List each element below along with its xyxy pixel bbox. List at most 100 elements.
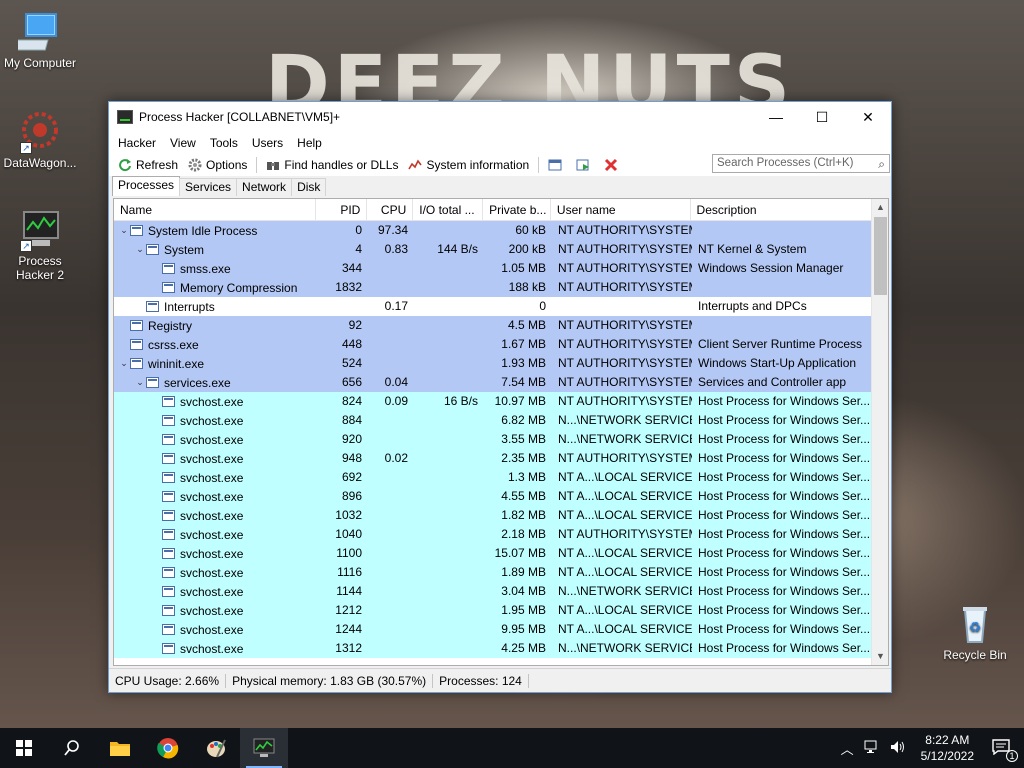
column-header-description[interactable]: Description: [691, 199, 888, 220]
table-row[interactable]: Registry 92 4.5 MB NT AUTHORITY\SYSTEM: [114, 316, 872, 335]
table-row[interactable]: svchost.exe 1040 2.18 MB NT AUTHORITY\SYSTE…: [114, 525, 872, 544]
menu-users[interactable]: Users: [245, 136, 290, 150]
table-row[interactable]: svchost.exe 1116 1.89 MB NT A...\LOCAL SERV…: [114, 563, 872, 582]
menu-view[interactable]: View: [163, 136, 203, 150]
scroll-up-icon[interactable]: ▲: [872, 199, 888, 216]
column-header-private-bytes[interactable]: Private b...: [483, 199, 551, 220]
menu-hacker[interactable]: Hacker: [111, 136, 163, 150]
desktop-icon-datawagon[interactable]: ↗ DataWagon...: [0, 110, 80, 170]
process-hacker-taskbar-button[interactable]: [240, 728, 288, 768]
status-physical-memory: Physical memory: 1.83 GB (30.57%): [226, 673, 434, 688]
io-cell: [414, 297, 484, 316]
table-row[interactable]: svchost.exe 824 0.09 16 B/s 10.97 MB NT AUTHO…: [114, 392, 872, 411]
refresh-button[interactable]: Refresh: [113, 155, 183, 175]
table-row[interactable]: svchost.exe 896 4.55 MB NT A...\LOCAL SERVI…: [114, 487, 872, 506]
search-taskbar-button[interactable]: [48, 728, 96, 768]
scroll-down-icon[interactable]: ▼: [872, 648, 888, 665]
desktop-icon-my-computer[interactable]: My Computer: [0, 10, 80, 70]
refresh-label: Refresh: [136, 158, 179, 172]
table-row[interactable]: smss.exe 344 1.05 MB NT AUTHORITY\SYSTEM Win…: [114, 259, 872, 278]
table-row[interactable]: svchost.exe 920 3.55 MB N...\NETWORK SERVIC…: [114, 430, 872, 449]
table-row[interactable]: Memory Compression 1832 188 kB NT AUTHORITY…: [114, 278, 872, 297]
tree-expand-chevron-icon[interactable]: ⌄: [134, 377, 146, 388]
table-row[interactable]: svchost.exe 1144 3.04 MB N...\NETWORK SERVI…: [114, 582, 872, 601]
title-bar[interactable]: Process Hacker [COLLABNET\VM5]+ — ☐ ✕: [109, 102, 891, 132]
start-button[interactable]: [0, 728, 48, 768]
private-bytes-cell: 7.54 MB: [501, 375, 546, 389]
clock[interactable]: 8:22 AM 5/12/2022: [911, 732, 984, 764]
scrollbar-thumb[interactable]: [874, 217, 887, 295]
table-row[interactable]: ⌄ wininit.exe 524 1.93 MB NT AUTHORITY\SYSTE…: [114, 354, 872, 373]
table-row[interactable]: svchost.exe 1312 4.25 MB N...\NETWORK SERVI…: [114, 639, 872, 658]
tab-network[interactable]: Network: [236, 178, 293, 196]
process-name-cell: svchost.exe: [114, 392, 317, 411]
pid-cell: 448: [341, 337, 362, 351]
process-name-cell: ⌄ System Idle Process: [114, 221, 317, 240]
tree-expand-chevron-icon[interactable]: ⌄: [118, 358, 130, 369]
network-icon[interactable]: [859, 740, 885, 757]
vertical-scrollbar[interactable]: ▲ ▼: [871, 199, 888, 665]
search-icon[interactable]: ⌕: [878, 157, 885, 172]
search-input[interactable]: Search Processes (Ctrl+K) ⌕: [712, 154, 890, 173]
process-hacker-app-icon: [117, 110, 133, 124]
column-header-cpu[interactable]: CPU: [367, 199, 414, 220]
column-header-io[interactable]: I/O total ...: [413, 199, 484, 220]
pid-cell: 920: [341, 432, 362, 446]
private-bytes-cell: 4.5 MB: [507, 318, 546, 332]
show-hidden-icons-chevron-icon[interactable]: ︿: [836, 739, 859, 758]
table-row[interactable]: csrss.exe 448 1.67 MB NT AUTHORITY\SYSTEM Cl…: [114, 335, 872, 354]
desktop-icon-process-hacker[interactable]: ↗ Process Hacker 2: [0, 208, 80, 282]
process-name-cell: svchost.exe: [114, 601, 317, 620]
terminate-button[interactable]: [599, 155, 627, 175]
close-button[interactable]: ✕: [845, 102, 891, 132]
options-button[interactable]: Options: [183, 155, 252, 175]
process-name-cell: svchost.exe: [114, 582, 317, 601]
pid-cell: 1032: [335, 508, 362, 522]
table-row[interactable]: ⌄ System Idle Process 0 97.34 60 kB NT AUTHOR…: [114, 221, 872, 240]
user-name-cell: NT AUTHORITY\SYSTEM: [558, 261, 692, 275]
table-row[interactable]: ⌄ services.exe 656 0.04 7.54 MB NT AUTHORITY\…: [114, 373, 872, 392]
volume-icon[interactable]: [885, 740, 911, 757]
user-name-cell: [552, 297, 692, 316]
system-information-button[interactable]: System information: [403, 155, 534, 175]
io-cell: [414, 411, 484, 430]
window-arrow-button[interactable]: [571, 155, 599, 175]
file-explorer-taskbar-button[interactable]: [96, 728, 144, 768]
pid-cell: 948: [341, 451, 362, 465]
table-row[interactable]: svchost.exe 1244 9.95 MB NT A...\LOCAL SERV…: [114, 620, 872, 639]
chrome-taskbar-button[interactable]: [144, 728, 192, 768]
tab-disk[interactable]: Disk: [291, 178, 327, 196]
tab-services[interactable]: Services: [179, 178, 238, 196]
window-toggle-button[interactable]: [543, 155, 571, 175]
table-row[interactable]: svchost.exe 1212 1.95 MB NT A...\LOCAL SERV…: [114, 601, 872, 620]
table-row[interactable]: svchost.exe 692 1.3 MB NT A...\LOCAL SERVIC…: [114, 468, 872, 487]
column-header-pid[interactable]: PID: [316, 199, 368, 220]
column-header-user-name[interactable]: User name: [551, 199, 691, 220]
private-bytes-cell: 6.82 MB: [501, 413, 546, 427]
table-row[interactable]: svchost.exe 1100 15.07 MB NT A...\LOCAL SER…: [114, 544, 872, 563]
tree-expand-chevron-icon[interactable]: ⌄: [134, 244, 146, 255]
table-row[interactable]: svchost.exe 948 0.02 2.35 MB NT AUTHORITY\SY…: [114, 449, 872, 468]
maximize-button[interactable]: ☐: [799, 102, 845, 132]
notification-count-badge: 1: [1006, 749, 1018, 762]
process-window-icon: [162, 282, 175, 293]
column-header-name[interactable]: Name: [114, 199, 317, 220]
desktop-icon-recycle-bin[interactable]: ♻ Recycle Bin: [935, 602, 1015, 662]
process-name-cell: Memory Compression: [114, 278, 317, 297]
cpu-cell: [368, 525, 414, 544]
tree-expand-chevron-icon[interactable]: ⌄: [118, 225, 130, 236]
cpu-cell: [368, 601, 414, 620]
find-handles-button[interactable]: Find handles or DLLs: [261, 155, 403, 175]
table-row[interactable]: Interrupts 0.17 0 Interrupts and DPCs: [114, 297, 872, 316]
paint-taskbar-button[interactable]: [192, 728, 240, 768]
tab-processes[interactable]: Processes: [112, 176, 181, 196]
menu-tools[interactable]: Tools: [203, 136, 245, 150]
description-cell: Host Process for Windows Ser...: [698, 527, 871, 541]
table-row[interactable]: svchost.exe 884 6.82 MB N...\NETWORK SERVIC…: [114, 411, 872, 430]
table-row[interactable]: svchost.exe 1032 1.82 MB NT A...\LOCAL SERV…: [114, 506, 872, 525]
notification-center-button[interactable]: 1: [984, 738, 1024, 762]
description-cell: Host Process for Windows Ser...: [698, 603, 871, 617]
minimize-button[interactable]: —: [753, 102, 799, 132]
table-row[interactable]: ⌄ System 4 0.83 144 B/s 200 kB NT AUTHORITY\SY…: [114, 240, 872, 259]
menu-help[interactable]: Help: [290, 136, 329, 150]
